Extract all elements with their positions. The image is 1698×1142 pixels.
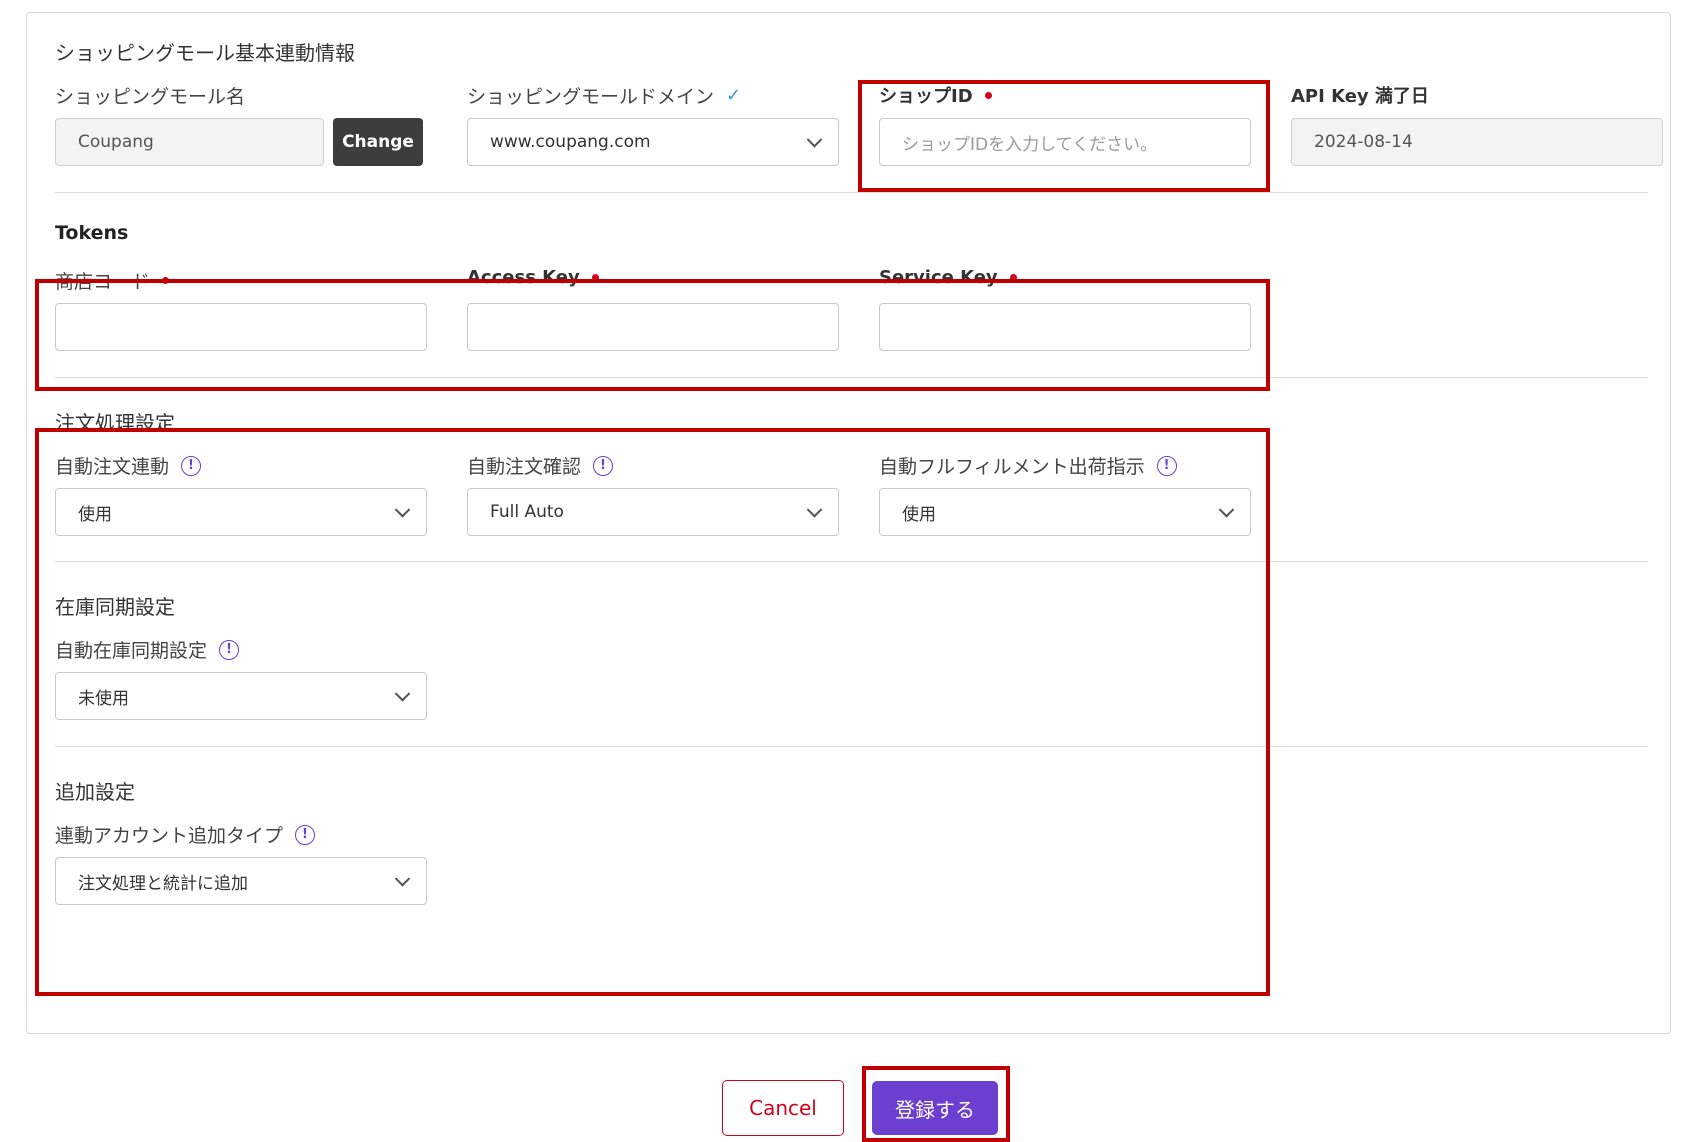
highlight-settings (35, 428, 1270, 996)
api-key-expiry-label: API Key 満了日 (1291, 86, 1429, 107)
highlight-tokens (35, 279, 1270, 391)
submit-button[interactable]: 登録する (872, 1081, 998, 1135)
chevron-down-icon (806, 132, 823, 148)
change-button[interactable]: Change (333, 118, 423, 166)
highlight-shop-id (858, 80, 1270, 192)
api-key-expiry-field: 2024-08-14 (1291, 118, 1663, 166)
basic-section-title: ショッピングモール基本連動情報 (55, 41, 355, 65)
verified-check-icon: ✓ (726, 85, 742, 106)
tokens-section-title: Tokens (55, 222, 129, 244)
domain-label: ショッピングモールドメイン ✓ (467, 85, 742, 108)
domain-select[interactable]: www.coupang.com (467, 118, 839, 166)
mall-name-label: ショッピングモール名 (55, 86, 246, 108)
divider (55, 192, 1648, 193)
mall-name-field: Coupang (55, 118, 324, 166)
cancel-button[interactable]: Cancel (722, 1080, 844, 1136)
